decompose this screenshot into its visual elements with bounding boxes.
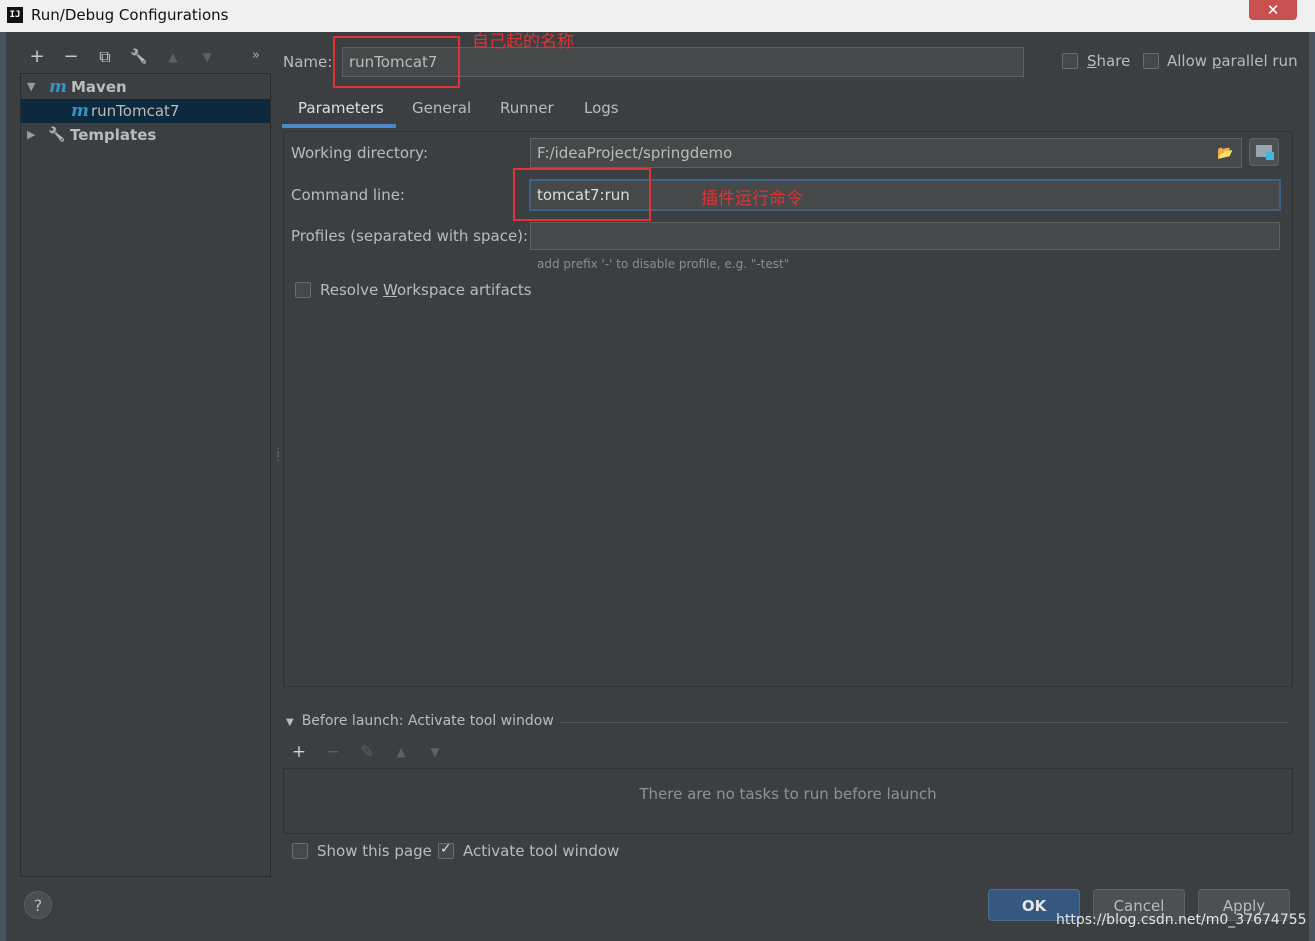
move-up-icon[interactable]: ▲: [162, 44, 184, 70]
maven-icon: m: [49, 77, 67, 97]
tab-runner[interactable]: Runner: [500, 96, 554, 126]
config-tree[interactable]: ▼ m Maven m runTomcat7 ▶ 🔧 Templates: [20, 73, 271, 877]
before-launch-task-list[interactable]: There are no tasks to run before launch: [283, 768, 1293, 834]
add-task-icon[interactable]: +: [288, 741, 310, 763]
add-config-icon[interactable]: +: [26, 44, 48, 70]
name-annotation-text: 自己起的名称: [472, 32, 574, 52]
module-dir-button[interactable]: [1249, 138, 1279, 166]
tree-node-runtomcat7[interactable]: m runTomcat7: [21, 99, 270, 123]
working-directory-input[interactable]: F:/ideaProject/springdemo: [530, 138, 1242, 168]
profiles-hint: add prefix '-' to disable profile, e.g. …: [537, 257, 790, 271]
splitter-handle[interactable]: ⋮⋮: [273, 448, 283, 470]
toolbar-overflow-icon[interactable]: »: [252, 48, 260, 63]
window-right-border: [1309, 32, 1315, 941]
profiles-label: Profiles (separated with space):: [291, 227, 529, 245]
tree-label-maven: Maven: [71, 78, 127, 96]
move-down-icon[interactable]: ▼: [196, 44, 218, 70]
expanded-arrow-icon[interactable]: ▼: [27, 75, 35, 99]
tab-general[interactable]: General: [412, 96, 471, 126]
share-checkbox[interactable]: [1062, 53, 1078, 69]
show-this-page-label: Show this page: [317, 842, 432, 860]
activate-tool-window-label: Activate tool window: [463, 842, 620, 860]
copy-config-icon[interactable]: ⧉: [94, 44, 116, 70]
before-launch-header[interactable]: ▼ Before launch: Activate tool window: [286, 713, 554, 729]
maven-config-icon: m: [71, 101, 89, 121]
show-this-page-checkbox[interactable]: [292, 843, 308, 859]
working-directory-label: Working directory:: [291, 144, 429, 162]
command-annotation-box: [513, 168, 651, 221]
tree-label-runtomcat7: runTomcat7: [91, 102, 180, 120]
parameters-panel: [283, 131, 1293, 687]
edit-defaults-wrench-icon[interactable]: 🔧: [128, 44, 150, 70]
before-launch-separator: [560, 722, 1288, 723]
module-folder-icon: [1256, 145, 1274, 160]
title-bar: IJ Run/Debug Configurations ✕: [0, 0, 1315, 32]
name-label: Name:: [283, 53, 333, 71]
edit-task-icon[interactable]: ✎: [356, 741, 378, 763]
tab-parameters[interactable]: Parameters: [298, 96, 384, 126]
resolve-workspace-checkbox[interactable]: [295, 282, 311, 298]
collapsed-arrow-icon[interactable]: ▶: [27, 123, 35, 147]
name-annotation-box: [333, 36, 460, 88]
task-down-icon[interactable]: ▼: [424, 741, 446, 763]
resolve-workspace-label: Resolve Workspace artifacts: [320, 281, 532, 299]
task-up-icon[interactable]: ▲: [390, 741, 412, 763]
intellij-app-icon: IJ: [7, 7, 23, 23]
open-folder-icon[interactable]: 📂: [1217, 146, 1235, 161]
command-annotation-text: 插件运行命令: [701, 189, 803, 209]
active-tab-indicator: [282, 124, 396, 128]
collapse-arrow-icon[interactable]: ▼: [286, 717, 294, 728]
remove-config-icon[interactable]: −: [60, 44, 82, 70]
templates-wrench-icon: 🔧: [48, 127, 66, 143]
allow-parallel-run-checkbox[interactable]: [1143, 53, 1159, 69]
allow-parallel-run-label: Allow parallel run: [1167, 52, 1298, 70]
watermark-text: https://blog.csdn.net/m0_37674755: [1056, 912, 1307, 928]
window-title: Run/Debug Configurations: [31, 6, 229, 24]
tab-logs[interactable]: Logs: [584, 96, 619, 126]
tree-label-templates: Templates: [70, 126, 157, 144]
activate-tool-window-checkbox[interactable]: [438, 841, 454, 859]
empty-tasks-text: There are no tasks to run before launch: [639, 785, 937, 803]
window-close-button[interactable]: ✕: [1249, 0, 1297, 20]
help-button[interactable]: ?: [24, 891, 52, 919]
tree-node-templates[interactable]: ▶ 🔧 Templates: [21, 123, 270, 147]
remove-task-icon[interactable]: −: [322, 741, 344, 763]
command-line-label: Command line:: [291, 186, 405, 204]
share-label: Share: [1087, 52, 1131, 70]
profiles-input[interactable]: [530, 222, 1280, 250]
tree-node-maven[interactable]: ▼ m Maven: [21, 75, 270, 99]
